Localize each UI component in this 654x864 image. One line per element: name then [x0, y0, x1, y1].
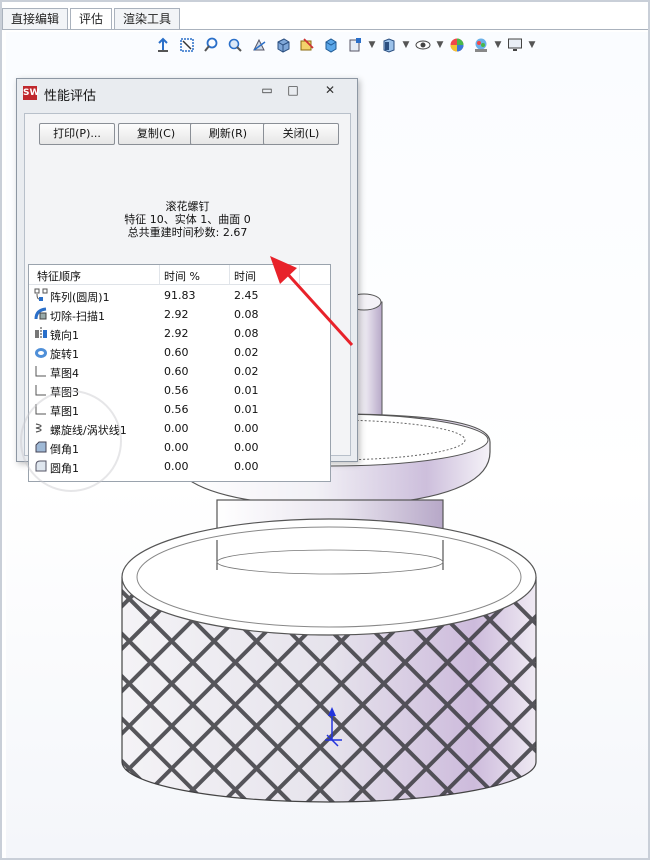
watermark-logo: [20, 390, 122, 492]
app-window: 直接编辑 评估 渲染工具 ▼ ▼ ▼ ▼ ▼ SW 性能评估 ▭ □ ✕ 打印(…: [0, 0, 650, 860]
